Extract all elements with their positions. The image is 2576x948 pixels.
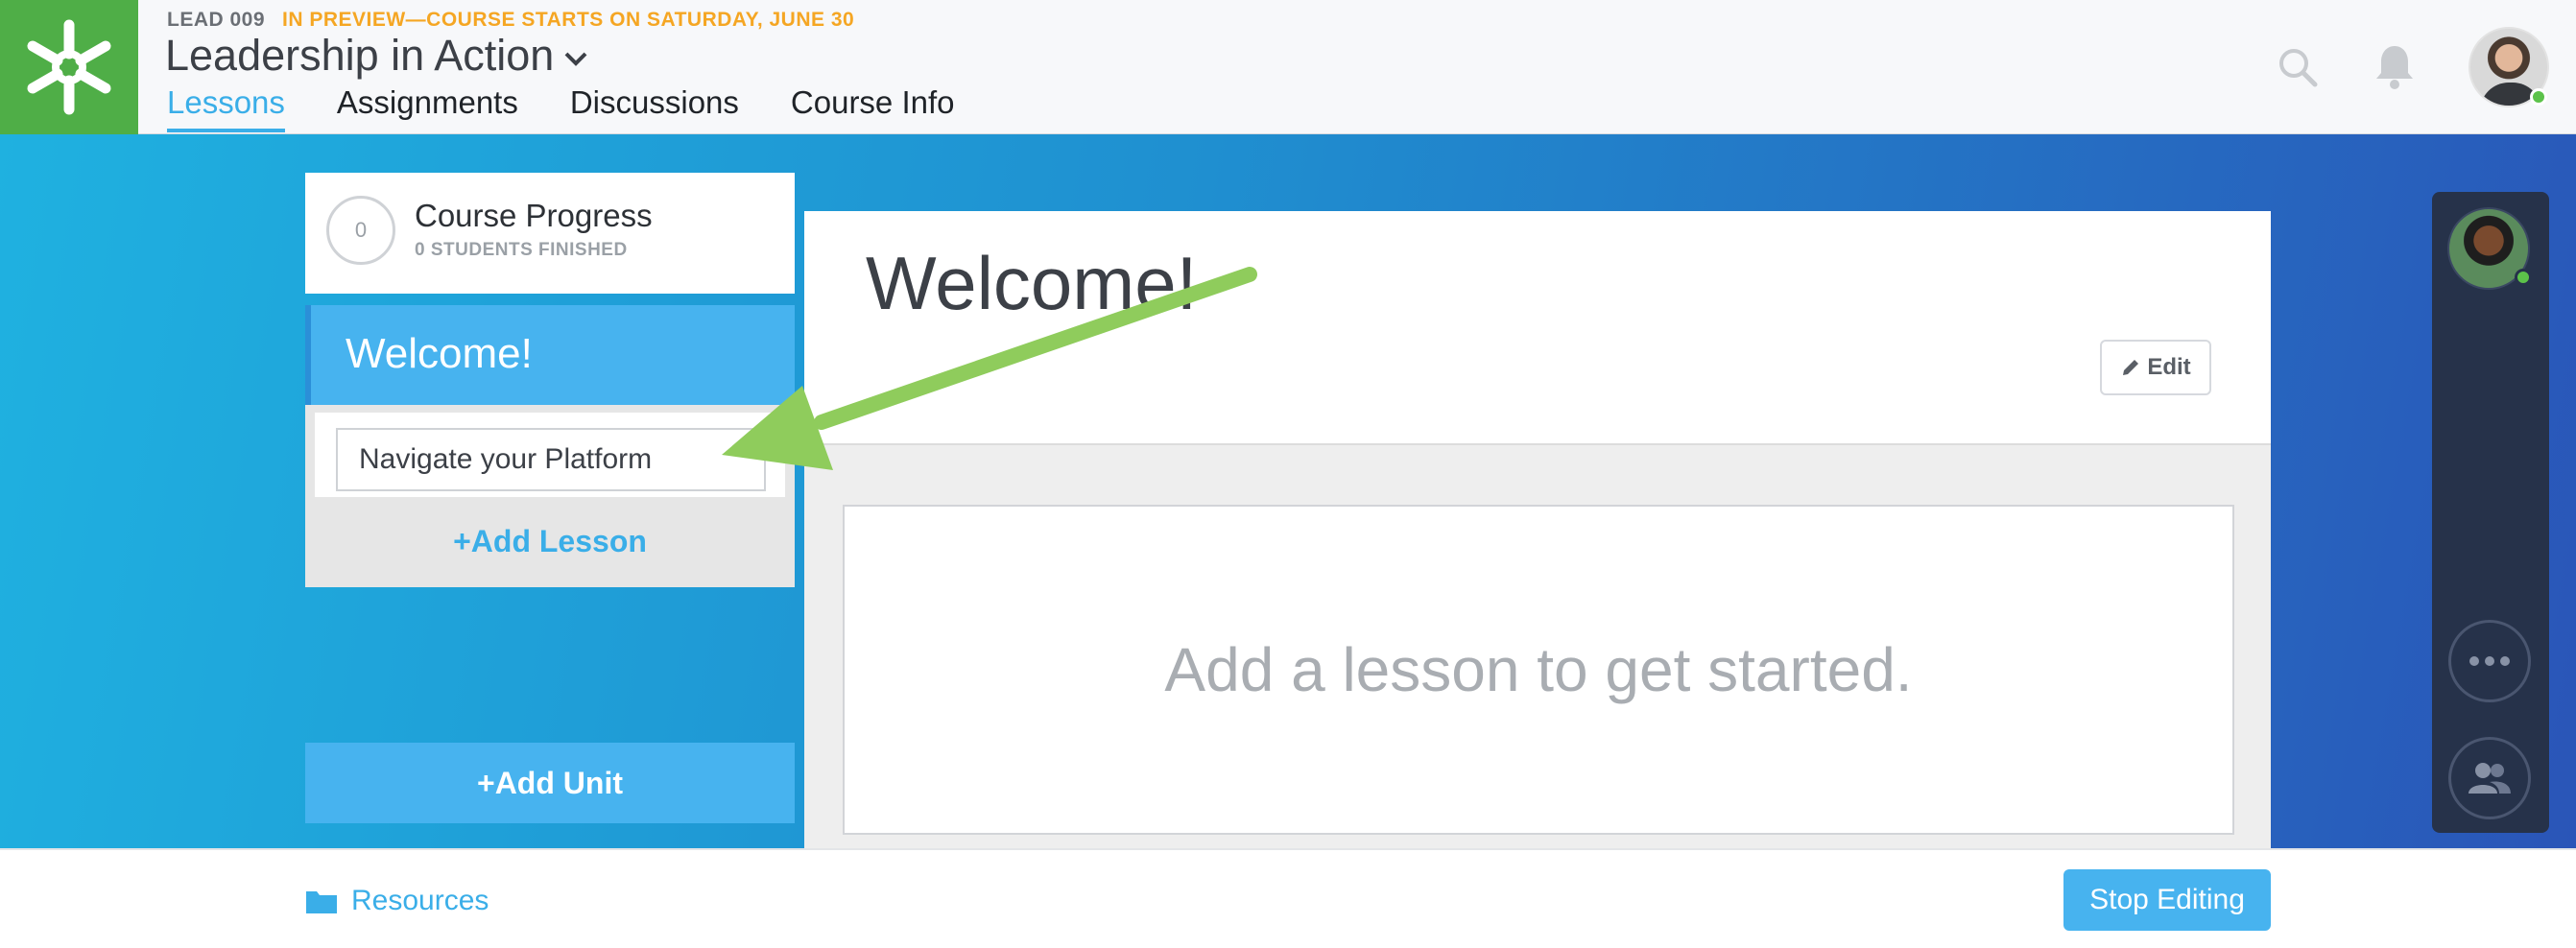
stop-editing-button[interactable]: Stop Editing: [2063, 869, 2271, 931]
course-editor-area: 0 Course Progress 0 STUDENTS FINISHED We…: [0, 134, 2576, 848]
course-code: LEAD 009: [167, 9, 266, 31]
online-status-dot: [2530, 88, 2547, 106]
add-unit-button[interactable]: +Add Unit: [305, 743, 795, 823]
lesson-name-input[interactable]: [336, 428, 766, 491]
course-title-dropdown[interactable]: Leadership in Action: [165, 31, 588, 81]
course-progress-card[interactable]: 0 Course Progress 0 STUDENTS FINISHED: [305, 173, 795, 294]
tab-discussions[interactable]: Discussions: [570, 84, 739, 132]
progress-count: 0: [326, 196, 395, 265]
people-button[interactable]: [2448, 737, 2531, 819]
resources-link[interactable]: Resources: [305, 885, 489, 917]
more-options-button[interactable]: [2448, 620, 2531, 702]
add-lesson-button[interactable]: +Add Lesson: [305, 524, 795, 559]
unit-header-welcome[interactable]: Welcome!: [305, 305, 795, 405]
lesson-content-panel: Welcome! Edit Add a lesson to get starte…: [804, 211, 2271, 848]
unit-title: Welcome!: [346, 330, 533, 377]
ellipsis-icon: [2469, 656, 2510, 666]
pencil-icon: [2123, 360, 2139, 375]
placeholder-text: Add a lesson to get started.: [1164, 635, 1913, 704]
progress-subtitle: 0 STUDENTS FINISHED: [415, 240, 628, 260]
lesson-edit-row: [315, 413, 785, 497]
chevron-down-icon: [564, 52, 587, 66]
resources-label: Resources: [351, 885, 489, 916]
content-title: Welcome!: [866, 241, 1198, 325]
content-header: Welcome! Edit: [804, 211, 2271, 445]
progress-title: Course Progress: [415, 198, 653, 233]
folder-icon: [306, 891, 337, 913]
unit-lessons: +Add Lesson: [305, 405, 795, 587]
people-icon: [2469, 763, 2511, 794]
tab-course-info[interactable]: Course Info: [791, 84, 955, 132]
bell-icon[interactable]: [2373, 42, 2417, 90]
empty-lesson-placeholder: Add a lesson to get started.: [843, 505, 2234, 835]
bottom-bar: Resources Stop Editing: [0, 848, 2576, 948]
tab-lessons[interactable]: Lessons: [167, 84, 285, 132]
top-header: LEAD 009 IN PREVIEW—COURSE STARTS ON SAT…: [0, 0, 2576, 134]
tab-assignments[interactable]: Assignments: [337, 84, 518, 132]
online-status-dot: [2515, 269, 2532, 286]
edit-label: Edit: [2147, 354, 2191, 380]
preview-notice: IN PREVIEW—COURSE STARTS ON SATURDAY, JU…: [282, 9, 855, 31]
course-title: Leadership in Action: [165, 31, 555, 80]
right-sidebar-rail: [2432, 192, 2549, 833]
search-icon[interactable]: [2277, 46, 2319, 88]
logo-icon[interactable]: [0, 0, 138, 134]
course-tabs: Lessons Assignments Discussions Course I…: [167, 84, 1007, 132]
edit-button[interactable]: Edit: [2100, 340, 2211, 395]
